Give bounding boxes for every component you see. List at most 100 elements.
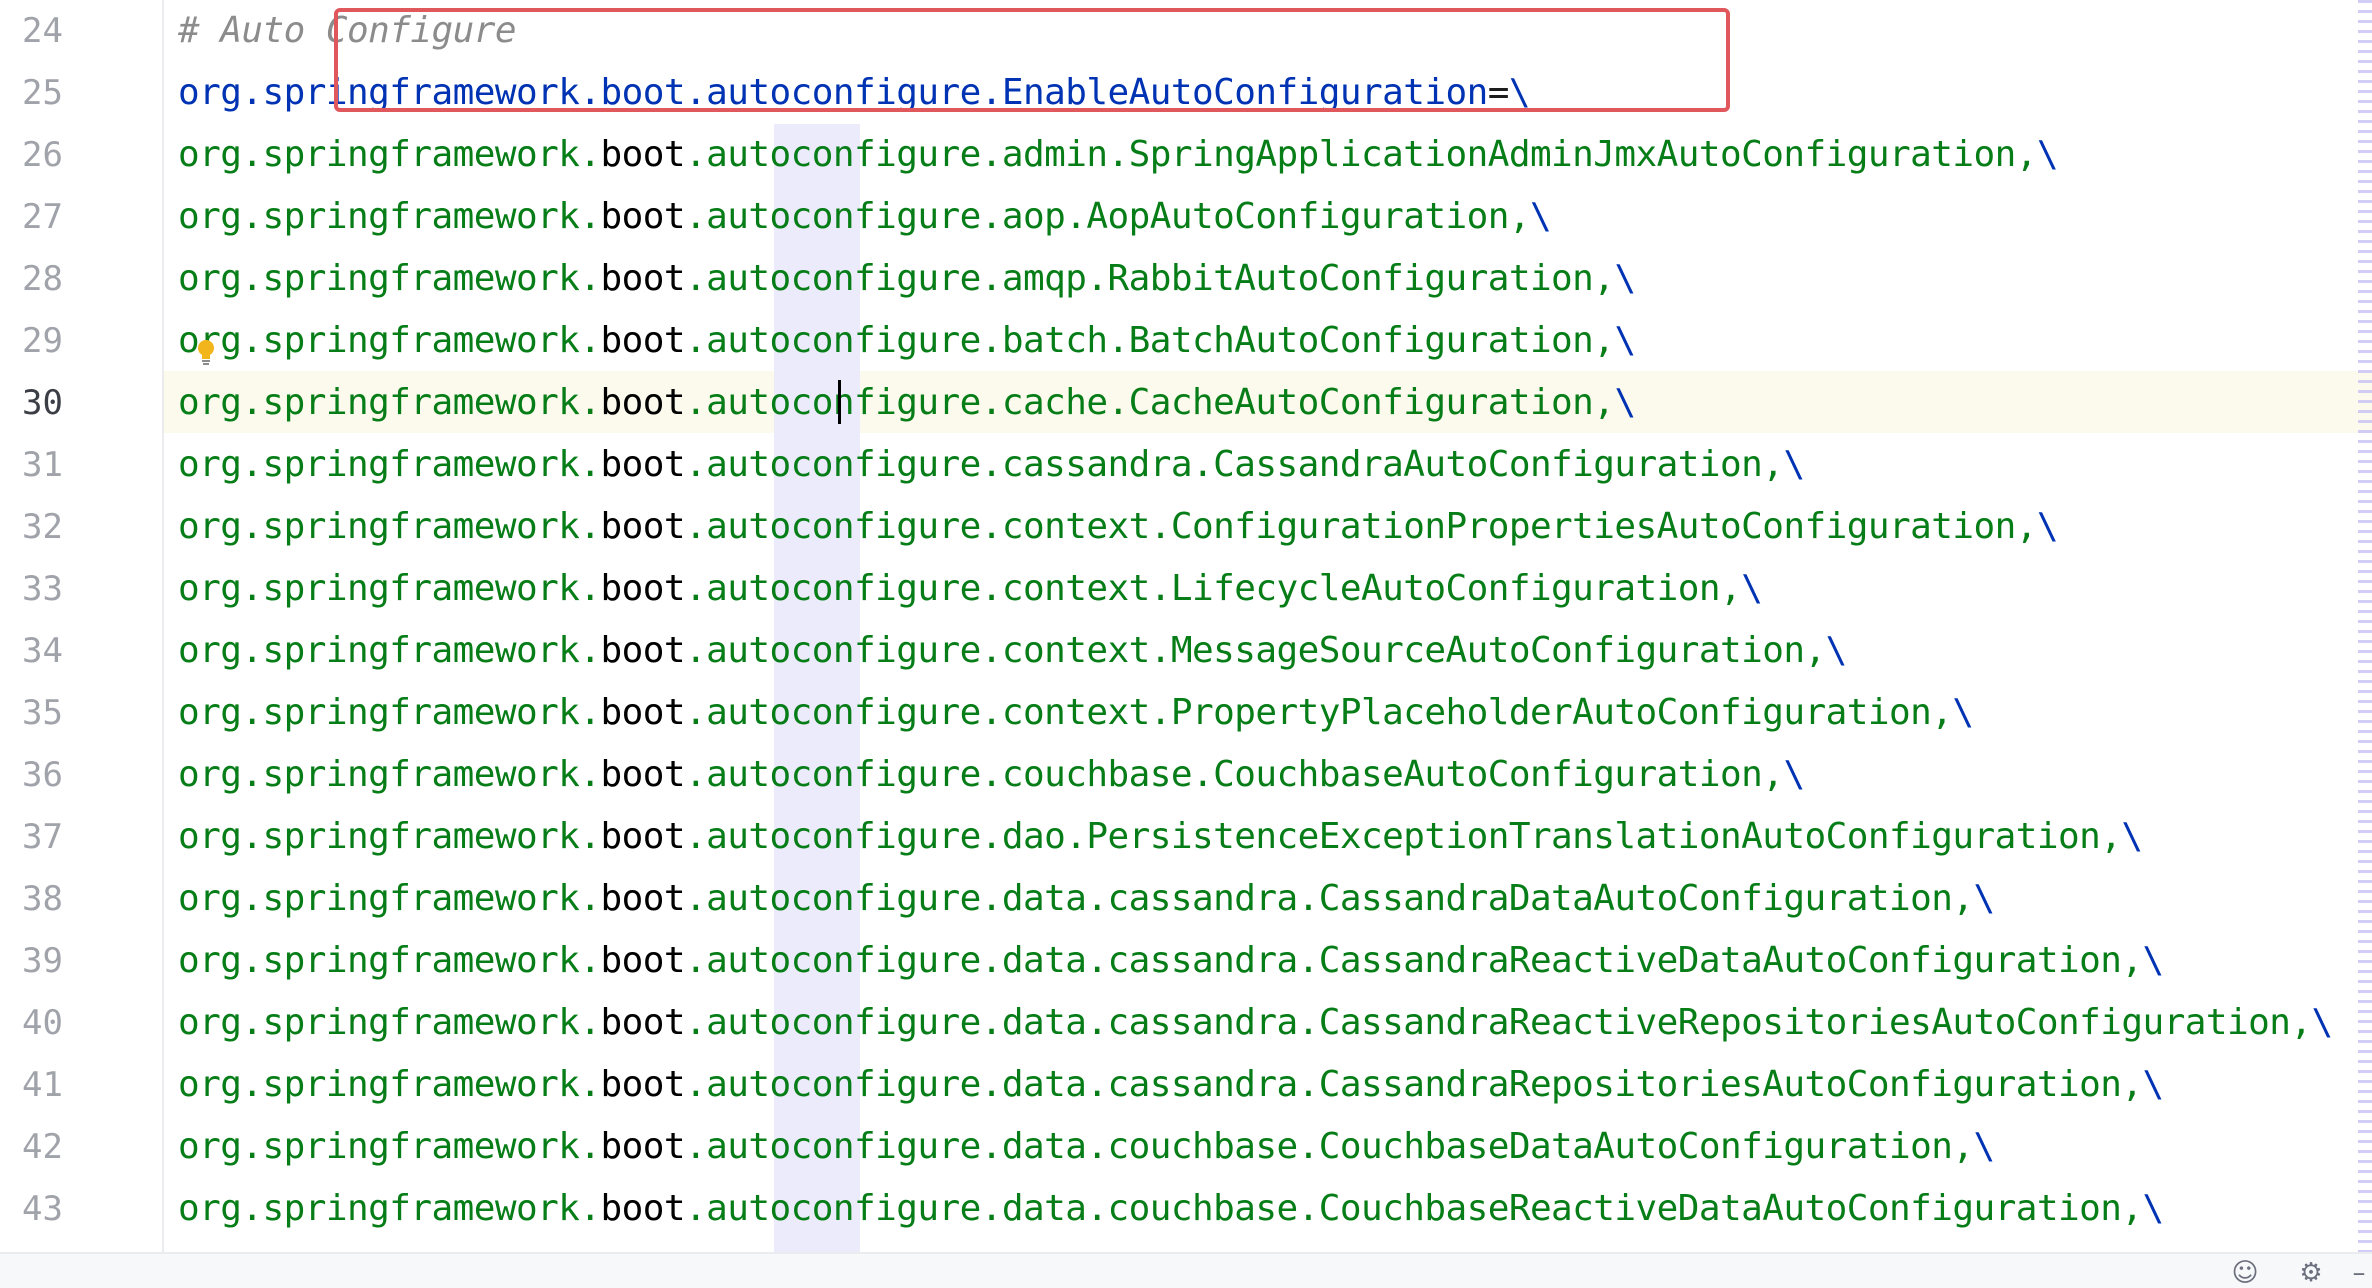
status-bar: ☺ ⚙ – xyxy=(0,1252,2372,1288)
class-path: .autoconfigure.context.PropertyPlacehold… xyxy=(684,692,1953,733)
line-number[interactable]: 43 xyxy=(22,1178,102,1240)
line-number[interactable]: 31 xyxy=(22,434,102,496)
code-line[interactable]: org.springframework.boot.autoconfigure.d… xyxy=(178,930,2364,992)
package-prefix: org.springframework. xyxy=(178,258,601,299)
boot-identifier: boot xyxy=(600,1126,685,1167)
scrollbar-error-stripe[interactable] xyxy=(2358,0,2372,1252)
class-path: .autoconfigure.amqp.RabbitAutoConfigurat… xyxy=(684,258,1615,299)
code-line[interactable]: org.springframework.boot.autoconfigure.c… xyxy=(178,744,2364,806)
line-number[interactable]: 37 xyxy=(22,806,102,868)
line-number[interactable]: 36 xyxy=(22,744,102,806)
line-number[interactable]: 38 xyxy=(22,868,102,930)
smiley-icon[interactable]: ☺ xyxy=(2230,1258,2260,1288)
line-number[interactable]: 41 xyxy=(22,1054,102,1116)
boot-identifier: boot xyxy=(600,382,685,423)
class-path: .autoconfigure.aop.AopAutoConfiguration, xyxy=(684,196,1531,237)
boot-identifier: boot xyxy=(600,134,685,175)
line-continuation: \ xyxy=(2121,816,2143,857)
line-number[interactable]: 28 xyxy=(22,248,102,310)
line-continuation: \ xyxy=(1783,754,1805,795)
package-prefix: org.springframework. xyxy=(178,692,601,733)
class-path: .autoconfigure.admin.SpringApplicationAd… xyxy=(684,134,2037,175)
code-line[interactable]: org.springframework.boot.autoconfigure.d… xyxy=(178,806,2364,868)
code-line[interactable]: org.springframework.boot.autoconfigure.d… xyxy=(178,868,2364,930)
class-path: .autoconfigure.context.LifecycleAutoConf… xyxy=(684,568,1742,609)
line-continuation: \ xyxy=(1973,878,1996,919)
code-line[interactable]: org.springframework.boot.autoconfigure.c… xyxy=(178,372,2364,434)
class-path: .autoconfigure.data.cassandra.CassandraR… xyxy=(684,940,2143,981)
class-path: .autoconfigure.couchbase.CouchbaseAutoCo… xyxy=(684,754,1784,795)
package-prefix: org.springframework. xyxy=(178,1064,601,1105)
boot-identifier: boot xyxy=(600,1002,685,1043)
line-number[interactable]: 27 xyxy=(22,186,102,248)
line-number[interactable]: 30 xyxy=(22,372,102,434)
code-area[interactable]: # Auto Configure org.springframework.boot… xyxy=(164,0,2372,1252)
package-prefix: org.springframework. xyxy=(178,940,601,981)
line-continuation: \ xyxy=(1529,196,1552,237)
code-line[interactable]: org.springframework.boot.autoconfigure.d… xyxy=(178,1116,2364,1178)
boot-identifier: boot xyxy=(600,506,685,547)
line-continuation: \ xyxy=(2036,506,2059,547)
class-path: .autoconfigure.data.cassandra.CassandraR… xyxy=(684,1064,2143,1105)
package-prefix: org.springframework. xyxy=(178,196,601,237)
code-line[interactable]: org.springframework.boot.autoconfigure.d… xyxy=(178,992,2364,1054)
boot-identifier: boot xyxy=(600,878,685,919)
line-number[interactable]: 26 xyxy=(22,124,102,186)
line-number[interactable]: 40 xyxy=(22,992,102,1054)
boot-identifier: boot xyxy=(600,940,685,981)
line-number[interactable]: 29 xyxy=(22,310,102,372)
gear-icon[interactable]: ⚙ xyxy=(2296,1258,2326,1288)
boot-identifier: boot xyxy=(600,568,685,609)
code-line[interactable]: org.springframework.boot.autoconfigure.b… xyxy=(178,310,2364,372)
line-number[interactable]: 39 xyxy=(22,930,102,992)
line-number[interactable]: 34 xyxy=(22,620,102,682)
line-number[interactable]: 32 xyxy=(22,496,102,558)
line-continuation: \ xyxy=(1783,444,1805,485)
code-line[interactable]: org.springframework.boot.autoconfigure.c… xyxy=(178,620,2364,682)
line-continuation: \ xyxy=(1614,320,1636,361)
boot-identifier: boot xyxy=(600,816,685,857)
line-continuation: \ xyxy=(1741,568,1763,609)
line-continuation: \ xyxy=(2142,1188,2165,1229)
boot-identifier: boot xyxy=(600,1188,685,1229)
code-editor[interactable]: 24 25 26 27 28 29 30 31 32 33 34 35 36 37 38 39 40 41 42 43… xyxy=(0,0,2372,1252)
boot-identifier: boot xyxy=(600,1064,685,1105)
class-path: .autoconfigure.batch.BatchAutoConfigurat… xyxy=(684,320,1615,361)
code-line[interactable]: org.springframework.boot.autoconfigure.a… xyxy=(178,186,2364,248)
code-line[interactable]: org.springframework.boot.autoconfigure.c… xyxy=(178,682,2364,744)
code-line[interactable]: org.springframework.boot.autoconfigure.a… xyxy=(178,124,2364,186)
line-number[interactable]: 35 xyxy=(22,682,102,744)
boot-identifier: boot xyxy=(600,754,685,795)
code-line[interactable]: org.springframework.boot.autoconfigure.a… xyxy=(178,248,2364,310)
minimize-icon[interactable]: – xyxy=(2344,1258,2372,1288)
line-continuation: \ xyxy=(1614,258,1636,299)
line-continuation: \ xyxy=(2311,1002,2334,1043)
line-number[interactable]: 25 xyxy=(22,62,102,124)
class-path: .autoconfigure.data.couchbase.CouchbaseR… xyxy=(684,1188,2143,1229)
line-continuation: \ xyxy=(2142,1064,2165,1105)
line-continuation: \ xyxy=(2142,940,2165,981)
code-line[interactable]: org.springframework.boot.autoconfigure.c… xyxy=(178,434,2364,496)
package-prefix: org.springframework. xyxy=(178,1126,601,1167)
line-number-gutter[interactable]: 24 25 26 27 28 29 30 31 32 33 34 35 36 37 38 39 40 41 42 43 xyxy=(0,0,164,1252)
line-continuation: \ xyxy=(1614,382,1636,423)
package-prefix: org.springframework. xyxy=(178,382,601,423)
package-prefix: org.springframework. xyxy=(178,878,601,919)
code-line[interactable]: org.springframework.boot.autoconfigure.d… xyxy=(178,1178,2364,1240)
class-path: .autoconfigure.data.couchbase.CouchbaseD… xyxy=(684,1126,1974,1167)
line-continuation: \ xyxy=(1973,1126,1996,1167)
lightbulb-icon[interactable] xyxy=(196,338,216,366)
code-line[interactable]: org.springframework.boot.autoconfigure.c… xyxy=(178,558,2364,620)
boot-identifier: boot xyxy=(600,320,685,361)
boot-identifier: boot xyxy=(600,692,685,733)
code-line[interactable]: org.springframework.boot.autoconfigure.d… xyxy=(178,1054,2364,1116)
code-line[interactable]: org.springframework.boot.autoconfigure.c… xyxy=(178,496,2364,558)
class-path: .autoconfigure.data.cassandra.CassandraD… xyxy=(684,878,1974,919)
line-number[interactable]: 24 xyxy=(22,0,102,62)
line-number[interactable]: 33 xyxy=(22,558,102,620)
boot-identifier: boot xyxy=(600,630,685,671)
class-path: .autoconfigure.context.MessageSourceAuto… xyxy=(684,630,1826,671)
line-continuation: \ xyxy=(1952,692,1974,733)
line-number[interactable]: 42 xyxy=(22,1116,102,1178)
annotation-highlight-box xyxy=(334,8,1730,112)
